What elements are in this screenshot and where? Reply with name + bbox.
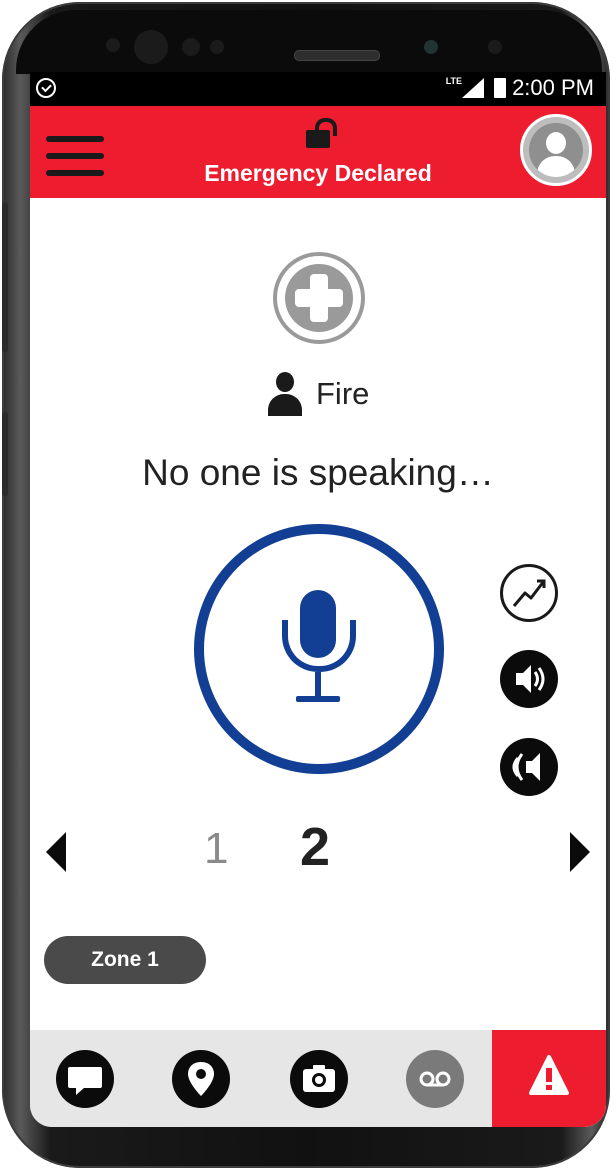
channel-number-prev[interactable]: 1 [204, 824, 228, 874]
iris-sensor [134, 30, 168, 64]
battery-icon [494, 78, 507, 98]
talkgroup-label: Fire [268, 372, 369, 416]
zone-label: Zone 1 [91, 948, 159, 971]
user-avatar-icon[interactable] [520, 114, 592, 186]
emergency-button[interactable] [492, 1030, 606, 1127]
channel-number-current: 2 [300, 817, 331, 877]
medical-cross-icon [273, 252, 365, 344]
top-bezel [16, 10, 602, 74]
earpiece-speaker [294, 50, 380, 61]
priority-speaker-icon[interactable] [500, 738, 558, 796]
talkgroup-name: Fire [316, 376, 370, 411]
phone-frame: LTE 2:00 PM Emergency Declared Fire No o… [2, 2, 610, 1168]
chat-bubble-icon[interactable] [56, 1050, 114, 1108]
unlocked-padlock-icon [306, 118, 337, 148]
sensor-dot [210, 40, 224, 54]
front-camera [424, 40, 438, 54]
sensor-dot [106, 38, 120, 52]
bottom-nav [30, 1030, 606, 1127]
check-circle-icon [36, 78, 56, 98]
status-time: 2:00 PM [512, 75, 594, 100]
previous-channel-arrow[interactable] [46, 832, 66, 872]
bixby-side-button [2, 412, 8, 496]
next-channel-arrow[interactable] [570, 832, 590, 872]
zone-selector[interactable]: Zone 1 [44, 936, 206, 984]
volume-side-button [2, 202, 8, 352]
signal-icon [462, 78, 485, 98]
proximity-sensor [182, 38, 200, 56]
voicemail-icon[interactable] [406, 1050, 464, 1108]
warning-triangle-icon [529, 1055, 569, 1095]
scan-signal-icon[interactable] [500, 564, 558, 622]
app-screen: LTE 2:00 PM Emergency Declared Fire No o… [30, 72, 606, 1127]
person-icon [268, 372, 302, 416]
sensor-dot [488, 40, 502, 54]
page-title: Emergency Declared [204, 160, 432, 186]
speaker-status: No one is speaking… [142, 452, 494, 493]
header-bar: Emergency Declared [30, 106, 606, 198]
status-indicators: LTE 2:00 PM [446, 75, 594, 101]
location-pin-icon[interactable] [172, 1050, 230, 1108]
microphone-icon [282, 590, 356, 710]
camera-icon[interactable] [290, 1050, 348, 1108]
network-label: LTE [445, 76, 463, 86]
push-to-talk-button[interactable] [194, 524, 444, 774]
status-bar: LTE 2:00 PM [30, 72, 606, 106]
speaker-volume-icon[interactable] [500, 650, 558, 708]
